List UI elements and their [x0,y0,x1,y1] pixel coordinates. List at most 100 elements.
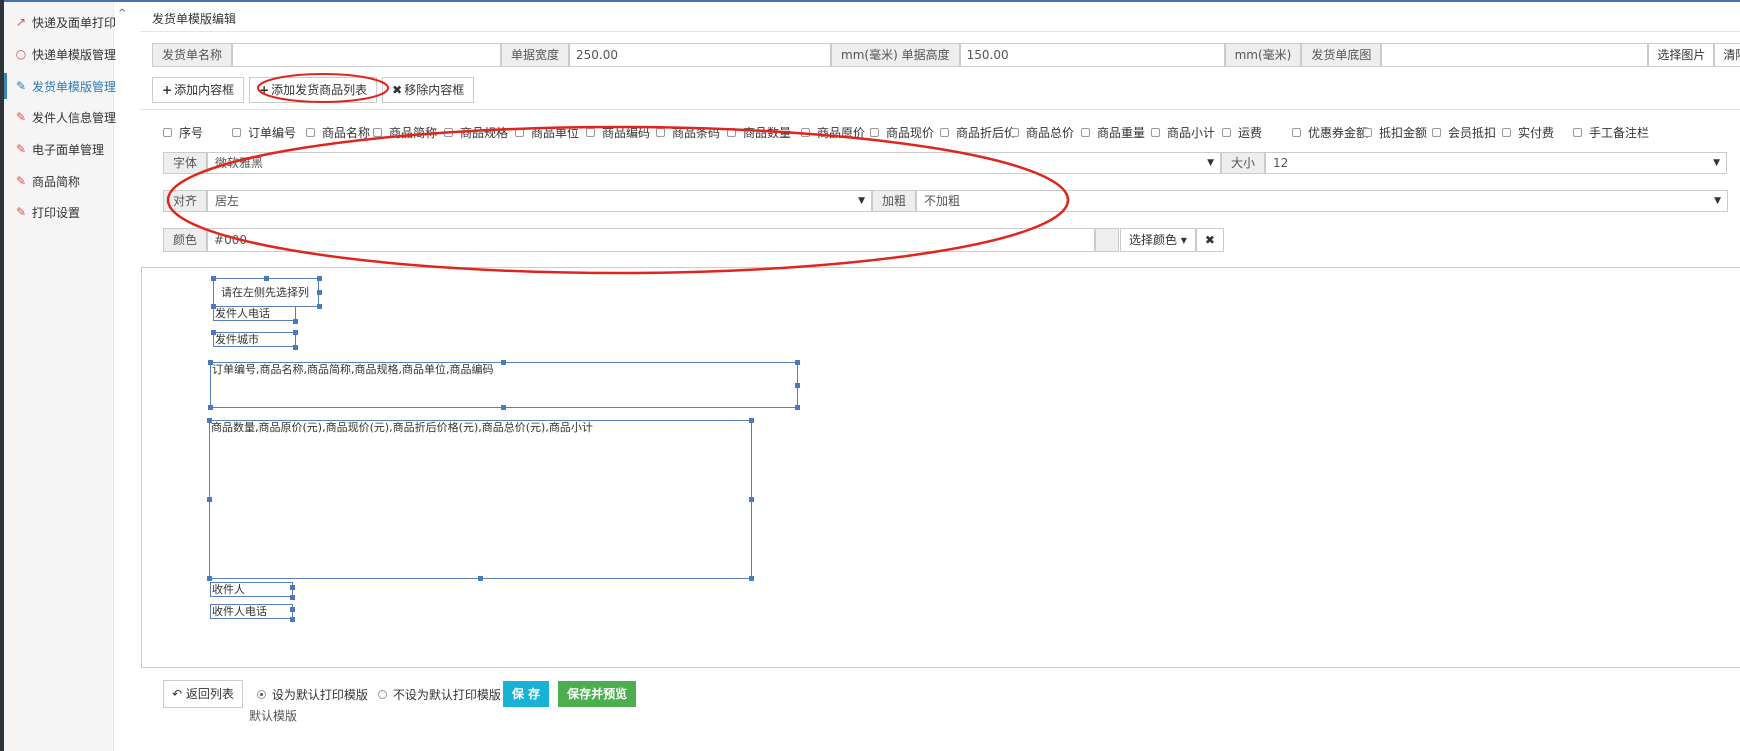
size-select[interactable]: 12 ▼ [1265,152,1728,174]
resize-handle[interactable] [208,405,213,410]
column-checkbox[interactable]: 商品单位 [515,124,579,141]
resize-handle[interactable] [208,360,213,365]
column-checkbox[interactable]: 订单编号 [232,124,296,141]
remove-box-button[interactable]: ✖ 移除内容框 [382,77,475,103]
column-label: 商品原价 [817,126,866,140]
resize-handle[interactable] [290,595,295,600]
add-box-button[interactable]: + 添加内容框 [152,77,245,103]
resize-handle[interactable] [207,418,212,423]
resize-handle[interactable] [749,418,754,423]
page-title: 发货单模版编辑 [152,12,237,26]
checkbox-icon [656,128,665,137]
align-select[interactable]: 居左 ▼ [207,190,873,212]
top-accent-line [0,0,1740,2]
sidebar-item-express-template[interactable]: ○ 快递单模版管理 [14,44,116,64]
choose-color-button[interactable]: 选择颜色 ▾ [1120,228,1196,252]
sidebar-item-e-waybill[interactable]: ✎ 电子面单管理 [14,139,104,159]
resize-handle[interactable] [795,383,800,388]
content-box[interactable]: 请在左侧先选择列 [213,278,319,307]
resize-handle[interactable] [290,585,295,590]
radio-set-default[interactable]: 设为默认打印模版 [256,686,368,703]
clear-image-button[interactable]: 清除图片 [1714,43,1740,67]
column-checkbox[interactable]: 商品简称 [373,124,437,141]
size-value: 12 [1273,156,1289,170]
column-checkbox[interactable]: 商品重量 [1081,124,1145,141]
choose-image-button[interactable]: 选择图片 [1648,43,1715,67]
save-preview-button[interactable]: 保存并预览 [558,681,637,707]
sidebar-scroll-up-icon[interactable]: ^ [118,8,126,19]
name-input[interactable] [232,43,502,67]
save-button[interactable]: 保 存 [502,681,550,707]
sidebar-item-sender-info[interactable]: ✎ 发件人信息管理 [14,107,116,127]
resize-handle[interactable] [478,576,483,581]
column-checkbox[interactable]: 商品小计 [1151,124,1215,141]
resize-handle[interactable] [749,576,754,581]
resize-handle[interactable] [317,276,322,281]
sidebar-item-goods-short-name[interactable]: ✎ 商品简称 [14,171,80,191]
column-checkbox[interactable]: 运费 [1222,124,1262,141]
checkbox-icon [515,128,524,137]
resize-handle[interactable] [501,360,506,365]
align-value: 居左 [215,194,240,208]
column-checkbox[interactable]: 商品名称 [306,124,370,141]
column-checkbox[interactable]: 优惠券金额 [1292,124,1368,141]
column-checkbox[interactable]: 商品现价 [870,124,934,141]
column-checkbox[interactable]: 手工备注栏 [1573,124,1649,141]
resize-handle[interactable] [290,607,295,612]
column-label: 商品现价 [886,126,935,140]
column-checkbox[interactable]: 商品条码 [656,124,720,141]
radio-not-default[interactable]: 不设为默认打印模版 [377,686,501,703]
resize-handle[interactable] [293,330,298,335]
content-box[interactable]: 收件人 [210,582,293,597]
resize-handle[interactable] [293,319,298,324]
sidebar-item-print-settings[interactable]: ✎ 打印设置 [14,202,80,222]
column-checkbox[interactable]: 商品规格 [444,124,508,141]
content-box[interactable]: 发件城市 [213,332,296,347]
edit-icon: ✎ [15,79,27,93]
column-checkbox[interactable]: 商品原价 [801,124,865,141]
background-image-input[interactable] [1381,43,1649,67]
template-form-row: 发货单名称 单据宽度 250.00 mm(毫米) 单据高度 150.00 mm(… [152,43,1740,67]
content-box[interactable]: 发件人电话 [213,306,296,321]
resize-handle[interactable] [290,617,295,622]
content-box[interactable]: 商品数量,商品原价(元),商品现价(元),商品折后价格(元),商品总价(元),商… [209,420,752,579]
add-goods-list-button[interactable]: + 添加发货商品列表 [249,77,378,103]
resize-handle[interactable] [211,330,216,335]
divider [140,109,1740,110]
clear-color-button[interactable]: ✖ [1195,228,1224,252]
column-checkbox[interactable]: 抵扣金额 [1363,124,1427,141]
column-checkbox[interactable]: 实付费 [1502,124,1554,141]
sidebar-item-label: 电子面单管理 [32,142,105,157]
resize-handle[interactable] [795,405,800,410]
column-checkbox[interactable]: 会员抵扣 [1432,124,1496,141]
back-to-list-button[interactable]: ↶ 返回列表 [163,680,243,708]
resize-handle[interactable] [207,576,212,581]
resize-handle[interactable] [293,345,298,350]
font-select[interactable]: 微软雅黑 ▼ [207,152,1222,174]
resize-handle[interactable] [211,304,216,309]
sidebar-item-print[interactable]: ↗ 快递及面单打印 [14,12,116,32]
resize-handle[interactable] [317,304,322,309]
resize-handle[interactable] [795,360,800,365]
resize-handle[interactable] [264,276,269,281]
height-input[interactable]: 150.00 [959,43,1225,67]
resize-handle[interactable] [317,290,322,295]
width-input[interactable]: 250.00 [569,43,832,67]
content-box[interactable]: 收件人电话 [210,604,293,619]
color-input[interactable]: #000 [207,228,1096,252]
sidebar-item-invoice-template[interactable]: ✎ 发货单模版管理 [14,76,116,96]
column-checkbox[interactable]: 商品折后价 [940,124,1016,141]
template-canvas[interactable]: 请在左侧先选择列 发件人电话 发件城市 订单编号,商品名称,商品简称,商品规格,… [141,267,1740,668]
content-box[interactable]: 订单编号,商品名称,商品简称,商品规格,商品单位,商品编码 [210,362,798,408]
resize-handle[interactable] [749,497,754,502]
column-checkbox[interactable]: 商品编码 [586,124,650,141]
column-checkbox[interactable]: 商品数量 [727,124,791,141]
column-checkbox[interactable]: 商品总价 [1010,124,1074,141]
bold-select[interactable]: 不加粗 ▼ [916,190,1729,212]
font-label: 字体 [163,152,208,174]
resize-handle[interactable] [501,405,506,410]
resize-handle[interactable] [207,497,212,502]
resize-handle[interactable] [211,276,216,281]
name-label: 发货单名称 [152,43,233,67]
column-checkbox[interactable]: 序号 [163,124,203,141]
